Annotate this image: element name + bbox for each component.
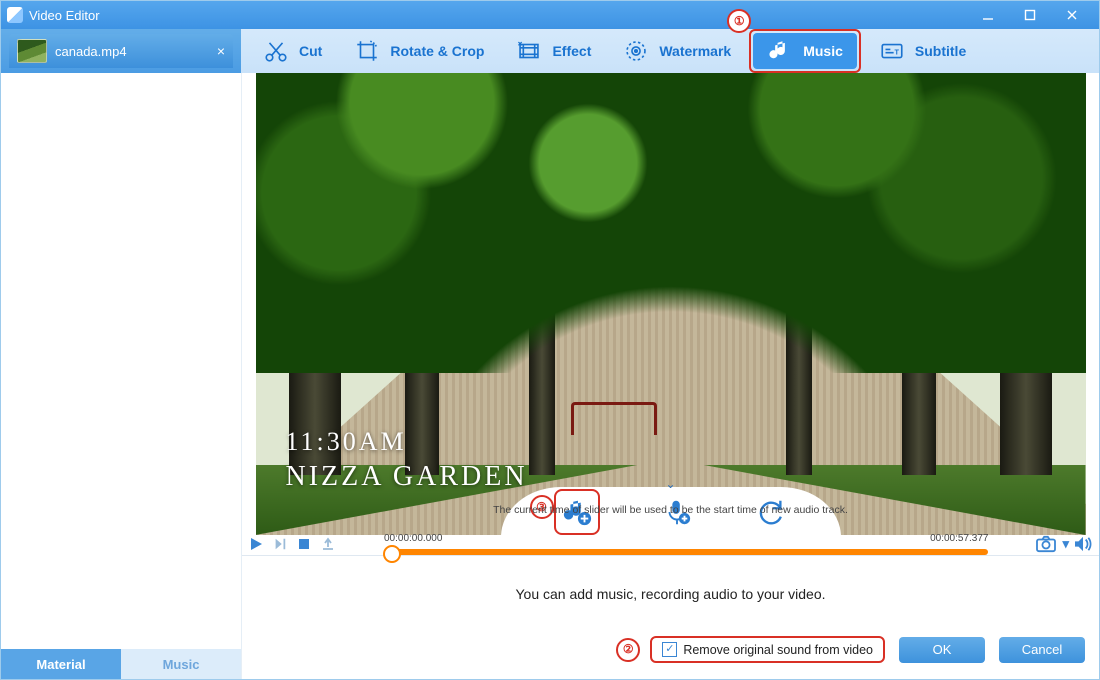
crop-icon — [354, 38, 380, 64]
highlight-music: Music ① — [749, 29, 861, 73]
chevron-down-icon[interactable]: ⌄ — [665, 477, 675, 491]
slider-hint: The current time of slider will be used … — [242, 504, 1099, 516]
filmstrip-icon — [516, 38, 542, 64]
video-frame: 11:30AM NIZZA GARDEN ⌄ — [256, 73, 1086, 535]
tool-effect[interactable]: Effect — [502, 33, 605, 69]
close-icon[interactable]: × — [217, 43, 225, 59]
tool-music[interactable]: Music — [753, 33, 857, 69]
file-thumbnail — [17, 39, 47, 63]
video-overlay-text: 11:30AM NIZZA GARDEN — [286, 427, 528, 493]
tool-watermark[interactable]: Watermark — [609, 33, 745, 69]
tool-label: Watermark — [659, 43, 731, 59]
preview-area: 11:30AM NIZZA GARDEN ⌄ — [242, 73, 1099, 535]
tool-label: Effect — [552, 43, 591, 59]
tool-subtitle[interactable]: T Subtitle — [865, 33, 980, 69]
time-end: 00:00:57.377 — [930, 533, 988, 544]
tool-label: Cut — [299, 43, 322, 59]
maximize-button[interactable] — [1009, 1, 1051, 29]
ok-button[interactable]: OK — [899, 637, 985, 663]
callout-1: ① — [727, 9, 751, 33]
toolbar: Cut Rotate & Crop — [241, 29, 1099, 73]
watermark-icon — [623, 38, 649, 64]
app-icon — [7, 7, 23, 23]
remove-sound-checkbox[interactable]: ✓ Remove original sound from video — [650, 636, 885, 663]
checkbox-label: Remove original sound from video — [683, 643, 873, 657]
checkbox-icon: ✓ — [662, 642, 677, 657]
preview-side-tools: ▾ — [1034, 534, 1093, 554]
time-slider[interactable] — [384, 549, 988, 555]
export-frame-button[interactable] — [318, 534, 338, 554]
minimize-button[interactable] — [967, 1, 1009, 29]
tool-label: Rotate & Crop — [390, 43, 484, 59]
playback-controls — [246, 534, 338, 554]
tool-cut[interactable]: Cut — [249, 33, 336, 69]
timeline: 00:00:00.000 00:00:57.377 ▾ — [242, 533, 1099, 555]
cancel-button[interactable]: Cancel — [999, 637, 1085, 663]
stop-button[interactable] — [294, 534, 314, 554]
subtitle-icon: T — [879, 38, 905, 64]
file-tab-area: canada.mp4 × — [1, 29, 241, 73]
preview-cell: 11:30AM NIZZA GARDEN ⌄ — [256, 73, 1086, 535]
tool-label: Music — [803, 43, 843, 59]
sidebar-content — [1, 73, 241, 649]
overlay-line-2: NIZZA GARDEN — [286, 461, 528, 493]
tool-rotate-crop[interactable]: Rotate & Crop — [340, 33, 498, 69]
bottom-panel: You can add music, recording audio to yo… — [242, 555, 1099, 679]
time-start: 00:00:00.000 — [384, 533, 442, 544]
body: Material Music 11:30AM — [1, 73, 1099, 679]
sidebar-tabs: Material Music — [1, 649, 241, 679]
callout-2: ② — [616, 638, 640, 662]
sidebar-tab-material[interactable]: Material — [1, 649, 121, 679]
svg-text:T: T — [894, 47, 899, 56]
snapshot-button[interactable] — [1034, 534, 1058, 554]
music-note-icon — [767, 38, 793, 64]
sidebar: Material Music — [1, 73, 242, 679]
window-title: Video Editor — [29, 8, 100, 23]
play-button[interactable] — [246, 534, 266, 554]
volume-button[interactable] — [1073, 534, 1093, 554]
time-slider-area: 00:00:00.000 00:00:57.377 — [344, 533, 1028, 555]
scissors-icon — [263, 38, 289, 64]
top-row: canada.mp4 × Cut — [1, 29, 1099, 73]
file-name: canada.mp4 — [55, 44, 127, 59]
bottom-message: You can add music, recording audio to yo… — [515, 586, 825, 602]
main: 11:30AM NIZZA GARDEN ⌄ — [242, 73, 1099, 679]
file-tab[interactable]: canada.mp4 × — [9, 34, 233, 68]
tool-label: Subtitle — [915, 43, 966, 59]
close-button[interactable] — [1051, 1, 1093, 29]
sidebar-tab-music[interactable]: Music — [121, 649, 241, 679]
titlebar: Video Editor — [1, 1, 1099, 29]
step-button[interactable] — [270, 534, 290, 554]
bottom-actions: ② ✓ Remove original sound from video OK … — [256, 636, 1085, 663]
overlay-line-1: 11:30AM — [286, 427, 528, 457]
